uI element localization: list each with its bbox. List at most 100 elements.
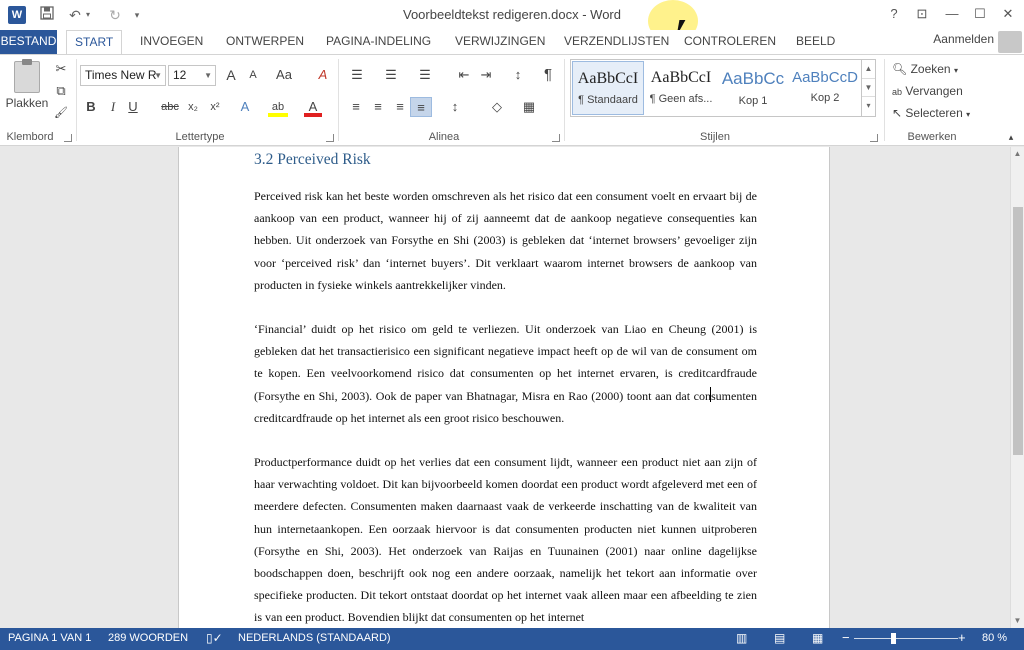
style-sample: AaBbCcD (792, 69, 858, 86)
close-button[interactable]: ✕ (994, 3, 1022, 25)
underline-button[interactable]: U (124, 97, 142, 117)
justify-button[interactable]: ≡ (410, 97, 432, 117)
find-button[interactable]: 🔍︎ Zoeken ▾ (892, 59, 972, 79)
zoom-in-button[interactable]: + (958, 630, 966, 645)
change-case-button[interactable]: Aa (272, 65, 296, 85)
cut-icon[interactable]: ✂ (52, 59, 70, 79)
customize-qat-icon[interactable]: ▾ (130, 4, 144, 26)
more-styles-icon[interactable]: ▾ (862, 96, 875, 114)
text-effects-button[interactable]: A (236, 97, 254, 117)
scroll-down-icon[interactable]: ▼ (1011, 614, 1024, 628)
ribbon-display-options-button[interactable]: ⊡ (908, 3, 936, 25)
font-group-label: Lettertype (175, 131, 225, 143)
paste-button[interactable]: Plakken (4, 93, 50, 113)
bold-button[interactable]: B (82, 97, 100, 117)
style-standaard[interactable]: AaBbCcI ¶ Standaard (572, 61, 644, 115)
replace-button[interactable]: ab Vervangen (892, 81, 972, 101)
word-app-icon[interactable]: W (8, 6, 26, 24)
chevron-up-icon[interactable]: ▲ (862, 60, 875, 78)
bullets-button[interactable]: ☰ (346, 65, 368, 85)
tab-bestand[interactable]: BESTAND (0, 30, 57, 54)
paragraph-perceived-risk[interactable]: Perceived risk kan het beste worden omsc… (254, 185, 757, 296)
read-mode-icon[interactable]: ▥ (736, 631, 747, 645)
tab-start[interactable]: START (66, 30, 123, 55)
zoom-out-button[interactable]: − (842, 630, 850, 645)
scroll-up-icon[interactable]: ▲ (1011, 147, 1024, 161)
chevron-down-icon: ▼ (154, 71, 162, 80)
document-page[interactable]: 3.2 Perceived Risk Perceived risk kan he… (178, 147, 830, 628)
avatar[interactable] (998, 31, 1022, 53)
decrease-indent-button[interactable]: ⇤ (454, 65, 474, 85)
replace-label: Vervangen (905, 84, 963, 98)
tab-invoegen[interactable]: INVOEGEN (132, 30, 211, 54)
scrollbar-thumb[interactable] (1013, 207, 1023, 455)
subscript-button[interactable]: x₂ (184, 97, 202, 117)
align-center-button[interactable]: ≡ (368, 97, 388, 117)
format-painter-icon[interactable]: 🖌 (52, 103, 70, 123)
vertical-scrollbar[interactable]: ▲ ▼ (1010, 147, 1024, 628)
select-button[interactable]: ↖ Selecteren ▾ (892, 103, 982, 123)
font-name-select[interactable]: Times New R ▼ (80, 65, 166, 86)
borders-button[interactable]: ▦ (518, 97, 540, 117)
language-indicator[interactable]: NEDERLANDS (STANDAARD) (238, 632, 391, 644)
zoom-slider-thumb[interactable] (891, 633, 896, 644)
window-title: Voorbeeldtekst redigeren.docx - Word (403, 7, 621, 22)
word-count[interactable]: 289 WOORDEN (108, 632, 188, 644)
increase-indent-button[interactable]: ⇥ (476, 65, 496, 85)
print-layout-icon[interactable]: ▤ (774, 631, 785, 645)
font-size-select[interactable]: 12 ▼ (168, 65, 216, 86)
shading-button[interactable]: ◇ (486, 97, 508, 117)
clear-formatting-button[interactable]: A (314, 65, 332, 85)
align-right-button[interactable]: ≡ (390, 97, 410, 117)
help-button[interactable]: ? (880, 3, 908, 25)
sort-button[interactable]: ↕ (508, 65, 528, 85)
sign-in-link[interactable]: Aanmelden (933, 32, 994, 46)
paragraph-productperformance[interactable]: Productperformance duidt op het verlies … (254, 451, 757, 628)
shrink-font-button[interactable]: A (244, 65, 262, 85)
tab-verwijzingen[interactable]: VERWIJZINGEN (447, 30, 553, 54)
strikethrough-button[interactable]: abc (158, 97, 182, 117)
paste-icon[interactable] (14, 59, 40, 93)
style-kop-1[interactable]: AaBbCc Kop 1 (717, 61, 789, 115)
editing-group-label: Bewerken (907, 131, 957, 143)
numbering-button[interactable]: ☰ (380, 65, 402, 85)
style-kop-2[interactable]: AaBbCcD Kop 2 (789, 61, 861, 115)
tab-beeld[interactable]: BEELD (788, 30, 843, 54)
minimize-button[interactable]: — (938, 3, 966, 25)
style-geen-afstand[interactable]: AaBbCcI ¶ Geen afs... (645, 61, 717, 115)
paragraph-launcher-icon[interactable] (552, 134, 560, 142)
redo-icon[interactable]: ↻ (104, 4, 126, 26)
clipboard-launcher-icon[interactable] (64, 134, 72, 142)
title-bar: W ↶ ▾ ↻ ▾ Voorbeeldtekst redigeren.docx … (0, 0, 1024, 42)
tab-ontwerpen[interactable]: ONTWERPEN (218, 30, 312, 54)
tab-controleren[interactable]: CONTROLEREN (676, 30, 784, 54)
superscript-button[interactable]: x² (206, 97, 224, 117)
multilevel-list-button[interactable]: ☰ (414, 65, 436, 85)
styles-launcher-icon[interactable] (870, 134, 878, 142)
undo-dropdown-icon[interactable]: ▾ (82, 4, 94, 26)
italic-button[interactable]: I (104, 97, 122, 117)
web-layout-icon[interactable]: ▦ (812, 631, 823, 645)
proofing-icon[interactable]: ▯✓ (206, 631, 223, 645)
maximize-button[interactable]: ☐ (966, 3, 994, 25)
zoom-slider-track[interactable] (854, 638, 958, 639)
highlight-color-button[interactable]: ab (268, 97, 288, 117)
ribbon-tabs: BESTAND START INVOEGEN ONTWERPEN PAGINA-… (0, 30, 1024, 55)
save-icon[interactable] (36, 4, 58, 26)
align-left-button[interactable]: ≡ (346, 97, 366, 117)
zoom-level[interactable]: 80 % (982, 632, 1007, 644)
collapse-ribbon-icon[interactable]: ▴ (1004, 127, 1018, 147)
styles-gallery-scroll[interactable]: ▲ ▼ ▾ (861, 60, 875, 116)
section-heading[interactable]: 3.2 Perceived Risk (254, 151, 371, 169)
grow-font-button[interactable]: A (222, 65, 240, 85)
tab-pagina-indeling[interactable]: PAGINA-INDELING (318, 30, 439, 54)
line-spacing-button[interactable]: ↕ (444, 97, 466, 117)
page-count[interactable]: PAGINA 1 VAN 1 (8, 632, 91, 644)
paragraph-financial[interactable]: ‘Financial’ duidt op het risico om geld … (254, 318, 757, 429)
font-color-button[interactable]: A (304, 97, 322, 117)
tab-verzendlijsten[interactable]: VERZENDLIJSTEN (556, 30, 677, 54)
copy-icon[interactable]: ⧉ (52, 81, 70, 101)
font-launcher-icon[interactable] (326, 134, 334, 142)
show-formatting-marks-button[interactable]: ¶ (538, 65, 558, 85)
chevron-down-icon[interactable]: ▼ (862, 78, 875, 96)
